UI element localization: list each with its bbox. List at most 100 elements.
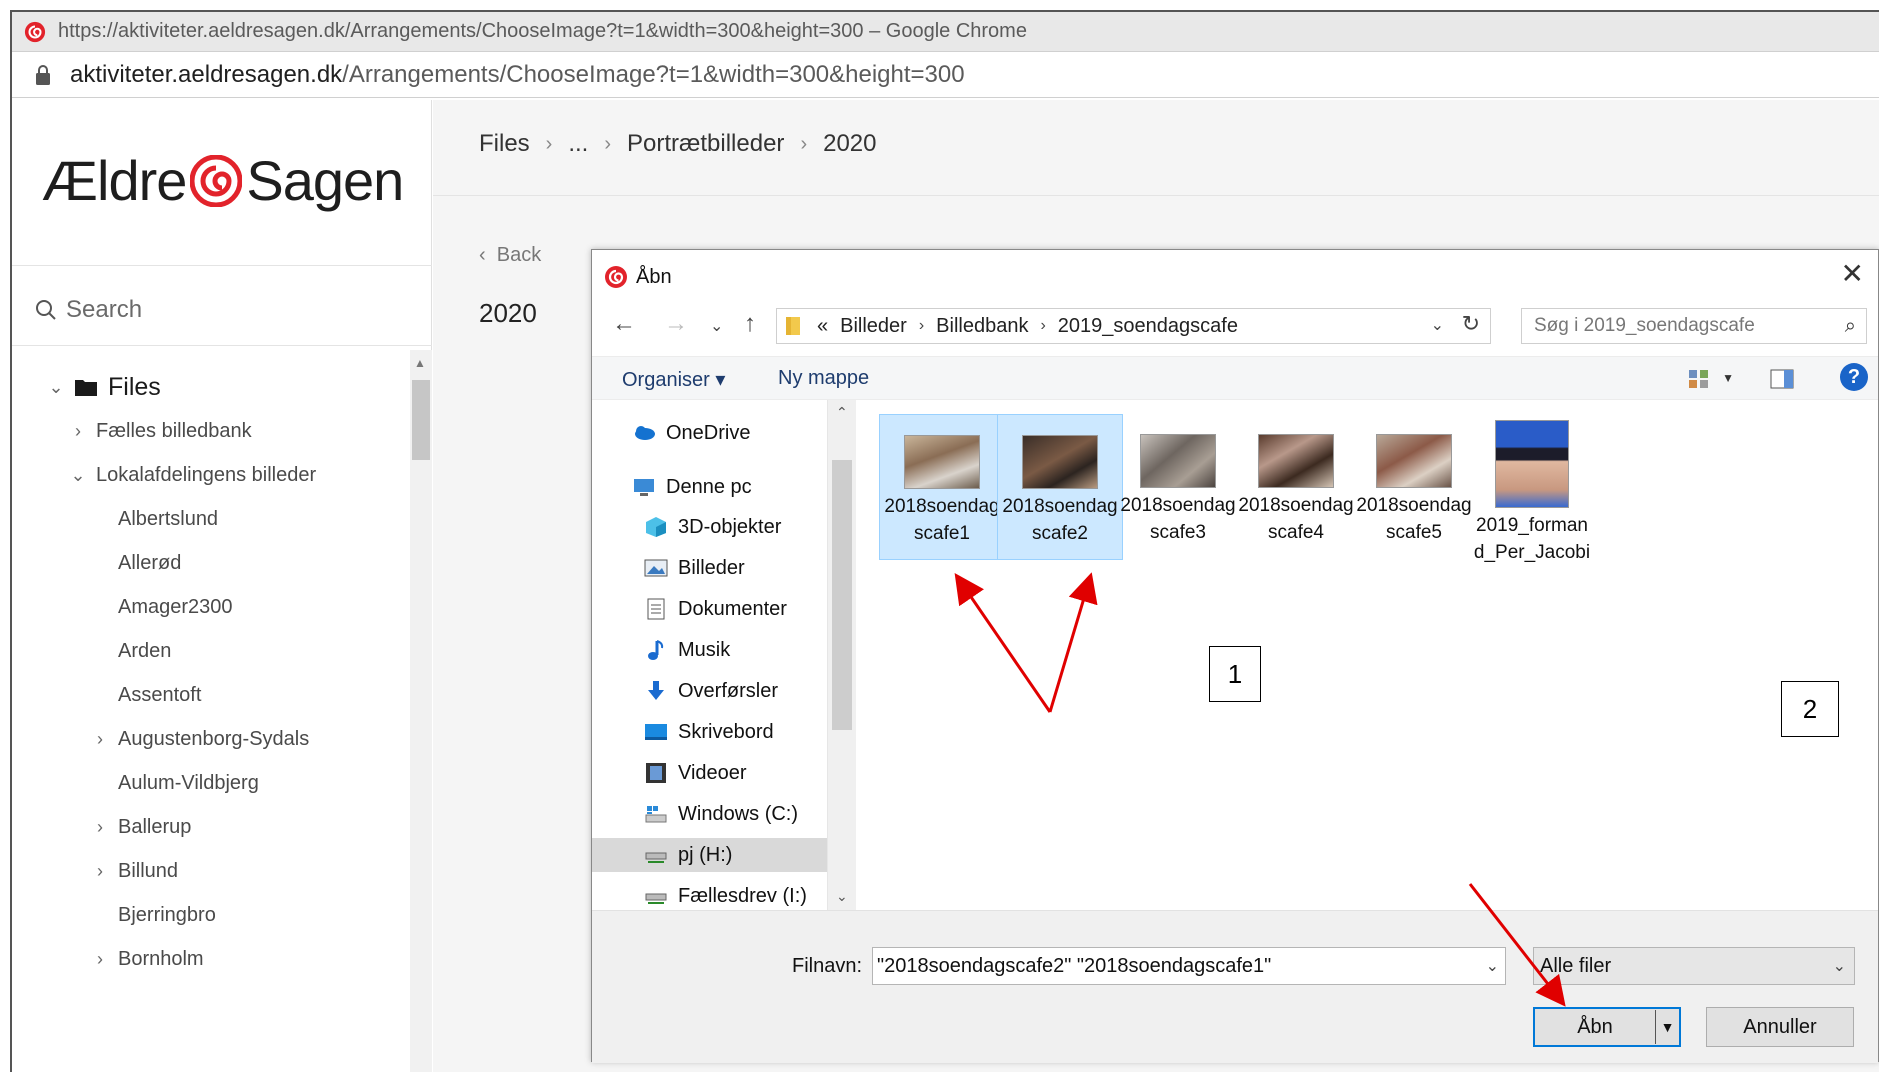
brand-logo[interactable]: Ældre Sagen (42, 148, 404, 213)
dialog-search-input[interactable]: Søg i 2019_soendagscafe ⌕ (1521, 308, 1867, 344)
tree-item[interactable]: › Bornholm (90, 944, 204, 974)
nav-item-shared-i[interactable]: Fællesdrev (I:) (644, 879, 807, 910)
document-icon (647, 598, 665, 620)
nav-item-windows-c[interactable]: Windows (C:) (644, 797, 798, 831)
tree-item[interactable]: Albertslund (90, 504, 218, 534)
nav-item-pictures[interactable]: Billeder (644, 551, 745, 585)
back-label: Back (496, 244, 542, 266)
navigation-scrollbar[interactable]: ⌃ ⌄ (828, 400, 856, 910)
nav-item-desktop[interactable]: Skrivebord (644, 715, 774, 749)
file-name: 2018soendagscafe4 (1238, 495, 1354, 543)
scroll-up-icon[interactable]: ▲ (414, 356, 426, 370)
caret-down-icon[interactable]: ▼ (1656, 1019, 1679, 1035)
chevron-down-icon[interactable]: ⌄ (1431, 315, 1444, 335)
tree-item-label: Bjerringbro (118, 903, 216, 926)
sidebar-search[interactable]: Search (34, 280, 414, 340)
search-icon: ⌕ (1844, 315, 1856, 337)
breadcrumb-item[interactable]: Files (479, 130, 530, 158)
nav-item-videos[interactable]: Videoer (644, 756, 747, 790)
tree-item[interactable]: Bjerringbro (90, 900, 216, 930)
new-folder-button[interactable]: Ny mappe (778, 367, 869, 390)
help-icon[interactable]: ? (1840, 363, 1868, 391)
refresh-icon[interactable]: ↻ (1462, 311, 1480, 337)
close-icon[interactable]: ✕ (1841, 260, 1864, 288)
tree-item[interactable]: › Fælles billedbank (68, 416, 252, 446)
file-item[interactable]: 2018soendagscafe5 (1351, 414, 1477, 560)
filename-value: "2018soendagscafe2" "2018soendagscafe1" (877, 954, 1272, 977)
address-bar[interactable]: aktiviteter.aeldresagen.dk/Arrangements/… (12, 52, 1879, 98)
tree-item[interactable]: Allerød (90, 548, 181, 578)
photo-thumbnail (904, 435, 980, 489)
tree-item[interactable]: › Augustenborg-Sydals (90, 724, 309, 754)
nav-item-downloads[interactable]: Overførsler (644, 674, 778, 708)
back-link[interactable]: ‹ Back (479, 244, 541, 267)
breadcrumb-item[interactable]: ... (568, 130, 588, 158)
chevron-down-icon[interactable]: ⌄ (1486, 956, 1499, 976)
nav-item-onedrive[interactable]: OneDrive (632, 416, 750, 450)
file-item[interactable]: 2019_formand_Per_Jacobi (1469, 414, 1595, 563)
cube-icon (646, 517, 666, 537)
dialog-title-bar: Åbn (604, 262, 672, 292)
filename-input[interactable]: "2018soendagscafe2" "2018soendagscafe1" … (872, 947, 1506, 985)
search-icon (36, 300, 56, 320)
lock-icon (36, 64, 50, 85)
file-item[interactable]: 2018soendagscafe3 (1115, 414, 1241, 560)
preview-pane-icon[interactable] (1770, 369, 1794, 389)
scrollbar-thumb[interactable] (832, 460, 852, 730)
nav-item-pj-h[interactable]: pj (H:) (592, 838, 827, 872)
tree-item[interactable]: Arden (90, 636, 171, 666)
tree-item[interactable]: Amager2300 (90, 592, 233, 622)
computer-icon (634, 479, 654, 496)
file-name: 2018soendagscafe1 (884, 496, 1000, 544)
tree-item-label: Ballerup (118, 815, 192, 838)
chevron-down-icon[interactable]: ⌄ (710, 316, 723, 336)
nav-item-3d[interactable]: 3D-objekter (644, 510, 781, 544)
nav-item-documents[interactable]: Dokumenter (644, 592, 787, 626)
nav-item-this-pc[interactable]: Denne pc (632, 470, 752, 504)
sidebar-scrollbar[interactable]: ▲ (410, 350, 432, 1072)
address-path-box[interactable]: « Billeder › Billedbank › 2019_soendagsc… (776, 308, 1491, 344)
back-arrow-icon[interactable]: ← (612, 310, 636, 338)
brand-text-left: Ældre (42, 149, 187, 212)
tree-item[interactable]: ⌄ Lokalafdelingens billeder (68, 460, 316, 490)
tree-item-label: Allerød (118, 551, 182, 574)
open-file-dialog: Åbn ✕ ← → ⌄ ↑ « Billeder › Billedbank › … (591, 249, 1879, 1063)
sidebar: Ældre Sagen Search ⌄ Files › Fælles bill… (12, 100, 432, 1072)
path-crumb[interactable]: 2019_soendagscafe (1058, 315, 1238, 338)
drive-icon (645, 806, 667, 823)
chevron-right-icon: › (97, 860, 103, 881)
file-item[interactable]: 2018soendagscafe4 (1233, 414, 1359, 560)
tree-item[interactable]: Assentoft (90, 680, 201, 710)
filetype-select[interactable]: Alle filer ⌄ (1533, 947, 1855, 985)
tree-item[interactable]: Aulum-Vildbjerg (90, 768, 259, 798)
file-item[interactable]: 2018soendagscafe2 (997, 414, 1123, 560)
file-item[interactable]: 2018soendagscafe1 (879, 414, 1005, 560)
nav-item-label: Musik (678, 638, 731, 661)
chevron-down-icon: ⌄ (48, 376, 64, 397)
filetype-value: Alle filer (1540, 954, 1612, 977)
tree-item[interactable]: › Billund (90, 856, 178, 886)
open-button[interactable]: Åbn ▼ (1533, 1007, 1681, 1047)
pictures-icon (644, 559, 668, 577)
nav-item-music[interactable]: Musik (644, 633, 730, 667)
view-options-icon[interactable] (1688, 369, 1710, 389)
scroll-up-icon[interactable]: ⌃ (836, 404, 848, 421)
path-crumb[interactable]: Billedbank (936, 315, 1028, 338)
aeldresagen-logo-icon (605, 266, 627, 288)
file-name: 2019_formand_Per_Jacobi (1473, 515, 1591, 563)
tree-root-files[interactable]: ⌄ Files (46, 372, 160, 402)
dialog-footer: Filnavn: "2018soendagscafe2" "2018soenda… (592, 910, 1878, 1063)
cancel-button[interactable]: Annuller (1706, 1007, 1854, 1047)
up-arrow-icon[interactable]: ↑ (744, 310, 756, 338)
forward-arrow-icon[interactable]: → (664, 310, 688, 338)
scroll-down-icon[interactable]: ⌄ (836, 888, 848, 905)
caret-down-icon[interactable]: ▼ (1722, 371, 1734, 385)
organise-menu-button[interactable]: Organiser ▾ (622, 367, 725, 392)
path-crumb[interactable]: Billeder (840, 315, 907, 338)
chevron-left-icon: ‹ (479, 244, 497, 266)
breadcrumb-item[interactable]: Portrætbilleder (627, 130, 784, 158)
tree-item[interactable]: › Ballerup (90, 812, 191, 842)
photo-thumbnail (1140, 434, 1216, 488)
scrollbar-thumb[interactable] (412, 380, 430, 460)
tree-item-label: Fælles billedbank (96, 419, 252, 442)
